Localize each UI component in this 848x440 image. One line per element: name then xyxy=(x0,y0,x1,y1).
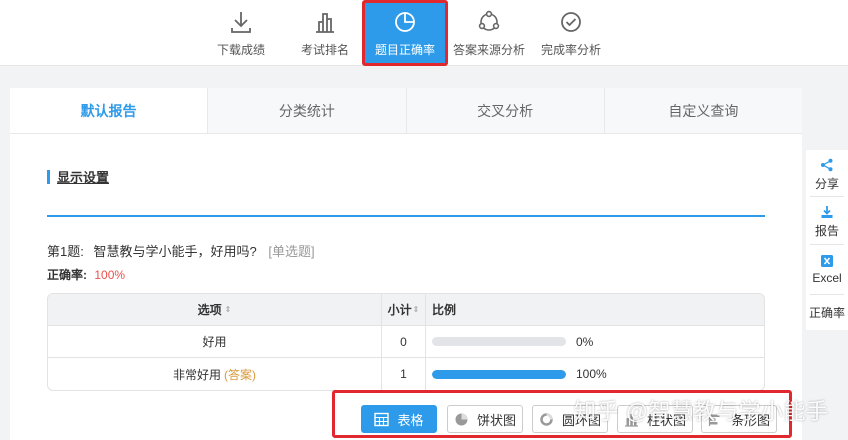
share-icon xyxy=(821,158,833,172)
ratio-text: 100% xyxy=(576,367,607,381)
option-column-header[interactable]: 选项 ⇕ xyxy=(48,294,382,325)
pie-chart-button[interactable]: 饼状图 xyxy=(447,405,523,433)
side-divider xyxy=(810,294,844,295)
tab-default-report[interactable]: 默认报告 xyxy=(10,88,209,133)
download-scores-label: 下载成绩 xyxy=(216,43,265,57)
network-icon xyxy=(478,10,500,31)
report-tabs: 默认报告 分类统计 交叉分析 自定义查询 xyxy=(10,88,802,134)
donut-icon xyxy=(540,412,553,426)
option-header-label: 选项 xyxy=(197,303,222,317)
ratio-column-header: 比例 xyxy=(426,294,764,325)
report-download-button[interactable]: 报告 xyxy=(806,205,848,239)
section-divider xyxy=(47,215,765,217)
question-line: 第1题: 智慧教与学小能手，好用吗? [单选题] xyxy=(47,241,315,260)
tab-cross-analysis[interactable]: 交叉分析 xyxy=(407,88,605,133)
download-icon xyxy=(231,12,251,33)
answer-source-label: 答案来源分析 xyxy=(452,43,525,57)
option-cell: 非常好用 (答案) xyxy=(48,358,382,390)
report-panel: 默认报告 分类统计 交叉分析 自定义查询 显示设置 第1题: 智慧教与学小能手，… xyxy=(10,88,802,440)
side-accuracy-label: 正确率 xyxy=(808,306,845,320)
ratio-text: 0% xyxy=(576,334,594,349)
exam-ranking-label: 考试排名 xyxy=(300,43,349,57)
table-view-button[interactable]: 表格 xyxy=(361,405,437,433)
answer-tag: (答案) xyxy=(224,367,256,382)
table-view-label: 表格 xyxy=(397,412,424,428)
report-label: 报告 xyxy=(814,224,839,238)
pie-chart-label: 饼状图 xyxy=(476,412,516,428)
excel-export-button[interactable]: Excel xyxy=(806,254,848,285)
share-button[interactable]: 分享 xyxy=(806,158,848,192)
pie-icon xyxy=(455,413,468,425)
download-scores-button[interactable]: 下载成绩 xyxy=(213,0,269,66)
sort-icon: ⇕ xyxy=(412,305,420,314)
count-header-label: 小计 xyxy=(387,303,412,317)
table-row: 好用 0 0% xyxy=(48,326,764,358)
completion-rate-label: 完成率分析 xyxy=(540,43,601,57)
tab-category-stats[interactable]: 分类统计 xyxy=(208,88,407,133)
section-marker xyxy=(47,169,50,184)
sort-icon: ⇕ xyxy=(224,305,232,314)
count-cell: 0 xyxy=(382,326,426,357)
accuracy-value: 100% xyxy=(94,268,126,282)
share-label: 分享 xyxy=(814,177,839,191)
side-divider xyxy=(810,196,844,197)
accuracy-label: 正确率: xyxy=(47,268,87,282)
completion-rate-button[interactable]: 完成率分析 xyxy=(540,0,602,66)
table-header: 选项 ⇕ 小计 ⇕ 比例 xyxy=(48,294,764,326)
count-cell: 1 xyxy=(382,358,426,390)
ratio-bar xyxy=(432,369,566,379)
option-text: 好用 xyxy=(202,335,227,349)
top-toolbar: 下载成绩 考试排名 题目正确率 答案来源分析 完成率分析 xyxy=(0,0,848,66)
option-cell: 好用 xyxy=(48,326,382,357)
ratio-bar xyxy=(432,337,566,346)
question-accuracy-button[interactable]: 题目正确率 xyxy=(362,0,448,66)
count-column-header[interactable]: 小计 ⇕ xyxy=(382,294,426,325)
question-text: 智慧教与学小能手，好用吗? xyxy=(93,244,257,259)
question-number: 第1题: xyxy=(47,244,84,259)
table-icon xyxy=(374,412,390,426)
answer-source-button[interactable]: 答案来源分析 xyxy=(452,0,526,66)
download-icon xyxy=(821,206,833,218)
exam-ranking-button[interactable]: 考试排名 xyxy=(297,0,353,66)
excel-icon xyxy=(821,255,833,267)
option-text: 非常好用 xyxy=(172,367,221,382)
side-toolbar: 分享 报告 Excel 正确率 xyxy=(806,150,848,330)
ratio-bar-fill xyxy=(432,369,566,379)
bar-chart-icon xyxy=(316,13,334,33)
tab-custom-query[interactable]: 自定义查询 xyxy=(605,88,802,133)
question-type: [单选题] xyxy=(268,244,315,259)
watermark: 知乎 @智慧教与学小能手 xyxy=(574,399,829,424)
side-divider xyxy=(810,244,844,245)
ratio-cell: 100% xyxy=(426,358,764,390)
accuracy-line: 正确率: 100% xyxy=(47,266,125,283)
question-accuracy-label: 题目正确率 xyxy=(374,43,435,57)
check-circle-icon xyxy=(561,12,581,32)
side-accuracy-button[interactable]: 正确率 xyxy=(806,304,848,321)
ratio-header-label: 比例 xyxy=(432,303,457,317)
pie-chart-icon xyxy=(395,12,415,32)
excel-label: Excel xyxy=(812,271,842,285)
results-table: 选项 ⇕ 小计 ⇕ 比例 好用 0 0% 非常好用 (答案) 1 100% xyxy=(47,293,765,391)
ratio-cell: 0% xyxy=(426,326,764,357)
table-row: 非常好用 (答案) 1 100% xyxy=(48,358,764,390)
display-settings-link[interactable]: 显示设置 xyxy=(47,167,109,186)
display-settings-label: 显示设置 xyxy=(57,170,110,185)
